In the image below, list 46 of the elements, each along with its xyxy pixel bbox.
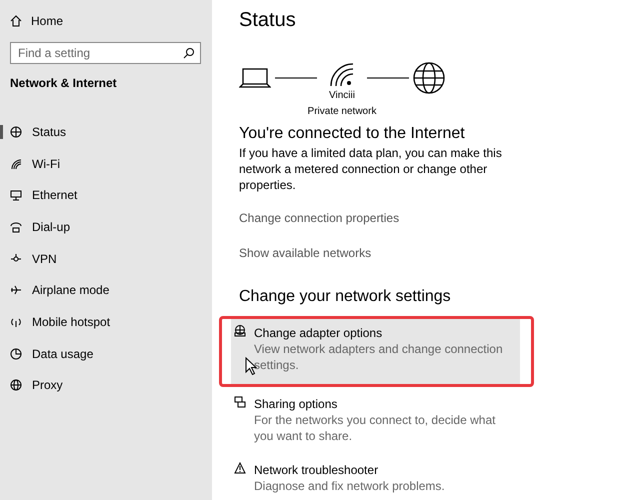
sidebar-item[interactable]: Wi-Fi [0,148,212,180]
page-title: Status [239,9,297,32]
settings-link[interactable]: Show available networks [239,246,372,260]
globe-icon [10,126,22,138]
sidebar-item[interactable]: Mobile hotspot [0,306,212,338]
airplane-icon [10,284,22,296]
option-description: For the networks you connect to, decide what you want to share. [254,412,496,444]
section-heading: Change your network settings [239,288,452,306]
home-icon [10,15,22,27]
search-icon [183,47,195,59]
option-description: Diagnose and fix network problems. [254,478,446,494]
sidebar-item[interactable]: Proxy [0,370,212,402]
section-heading: Network & Internet [10,76,118,90]
pie-chart-icon [10,348,22,360]
network-type: Private network [308,105,376,119]
settings-option[interactable]: Change adapter options View network adapters and change connection settings. [231,319,520,384]
home-label: Home [31,14,64,28]
warning-icon [234,462,246,474]
connection-description: If you have a limited data plan, you can make this network a metered connection or change other properties. [239,145,503,193]
globe-monitor-icon [234,325,246,337]
sidebar-item[interactable]: Data usage [0,338,212,370]
option-title: Sharing options [254,396,338,412]
sidebar-item[interactable]: Dial-up [0,211,212,243]
connection-heading: You're connected to the Internet [239,125,466,143]
settings-link[interactable]: Change connection properties [239,211,400,225]
sidebar-item[interactable]: VPN [0,242,212,274]
search-field[interactable]: Find a setting [10,42,201,64]
network-name: Vinciii [329,89,355,103]
option-description: View network adapters and change connection settings. [254,341,504,373]
settings-option[interactable]: Network troubleshooter Diagnose and fix network problems. [231,456,520,500]
settings-option[interactable]: Sharing options For the networks you connect to, decide what you want to share. [231,390,520,450]
option-title: Change adapter options [254,325,384,341]
ethernet-icon [10,189,22,202]
laptop-icon [239,67,271,89]
sidebar-item[interactable]: Status [0,116,212,148]
home-link[interactable]: Home [0,12,212,30]
connection-line [367,77,409,79]
globe-icon [10,379,22,392]
option-title: Network troubleshooter [254,462,380,478]
wifi-icon [10,158,22,170]
sidebar-item[interactable]: Ethernet [0,179,212,212]
wifi-icon [329,62,355,88]
hotspot-icon [10,316,22,328]
globe-icon [413,62,445,94]
connection-line [275,77,317,79]
sidebar-item[interactable]: Airplane mode [0,274,212,306]
